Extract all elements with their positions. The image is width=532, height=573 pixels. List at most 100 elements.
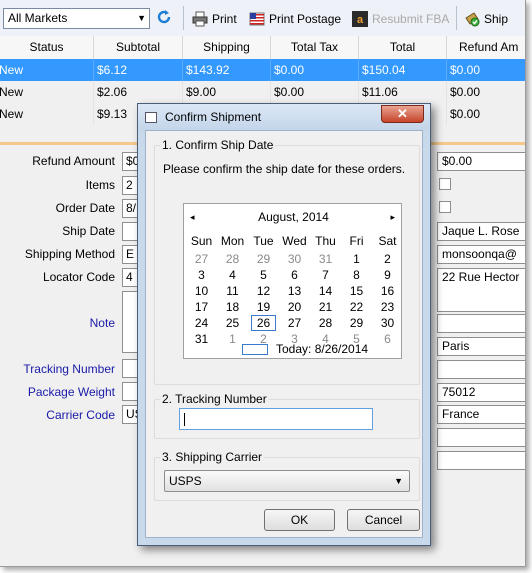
note-label[interactable]: Note <box>0 313 115 333</box>
calendar-day[interactable]: 7 <box>310 267 341 283</box>
calendar-month-title[interactable]: August, 2014 <box>184 210 403 224</box>
ship-address2-field[interactable] <box>437 314 525 333</box>
calendar-day[interactable]: 24 <box>186 315 217 331</box>
calendar-day[interactable]: 27 <box>279 315 310 331</box>
market-select-value: All Markets <box>8 11 68 25</box>
calendar-day[interactable]: 28 <box>310 315 341 331</box>
ship-extra-field[interactable] <box>437 451 525 470</box>
calendar-day[interactable]: 22 <box>341 299 372 315</box>
amazon-icon: a <box>352 11 368 27</box>
calendar-day[interactable]: 30 <box>372 315 403 331</box>
calendar-day[interactable]: 20 <box>279 299 310 315</box>
calendar-day[interactable]: 16 <box>372 283 403 299</box>
column-header-refund[interactable]: Refund Am <box>447 36 525 59</box>
table-row[interactable]: New $2.06 $9.00 $0.00 $11.06 $0.00 <box>0 81 525 103</box>
order-date-label: Order Date <box>55 201 115 215</box>
ship-state-field[interactable] <box>437 360 525 379</box>
ship-zip-field[interactable]: 75012 <box>437 383 525 402</box>
cell-subtotal: $6.12 <box>94 59 183 81</box>
ship-name-field[interactable]: Jaque L. Rose <box>437 222 525 241</box>
calendar-day[interactable]: 4 <box>217 267 248 283</box>
ship-city-field[interactable]: Paris <box>437 337 525 356</box>
cell-status: New <box>0 59 94 81</box>
ship-country-field[interactable]: France <box>437 405 525 424</box>
grid-header: Status Subtotal Shipping Total Tax Total… <box>0 36 525 60</box>
calendar-day[interactable]: 29 <box>341 315 372 331</box>
resubmit-fba-label: Resubmit FBA <box>372 12 450 26</box>
ship-date-group-title: 1. Confirm Ship Date <box>160 138 276 152</box>
calendar-day[interactable]: 25 <box>217 315 248 331</box>
calendar-day[interactable]: 6 <box>372 331 403 347</box>
calendar-day[interactable]: 23 <box>372 299 403 315</box>
refresh-icon[interactable] <box>155 9 173 27</box>
market-select[interactable]: All Markets ▼ <box>3 8 150 29</box>
calendar-day-selected[interactable]: 26 <box>251 315 276 331</box>
calendar-day[interactable]: 31 <box>186 331 217 347</box>
column-header-total-tax[interactable]: Total Tax <box>271 36 359 59</box>
calendar-day[interactable]: 18 <box>217 299 248 315</box>
calendar-day[interactable]: 1 <box>341 251 372 267</box>
ship-button[interactable]: Ship <box>464 10 508 28</box>
dialog-titlebar[interactable]: Confirm Shipment ✕ <box>138 104 430 131</box>
calendar-day[interactable]: 30 <box>279 251 310 267</box>
carrier-group-title: 3. Shipping Carrier <box>160 450 265 464</box>
ship-address-field[interactable]: 22 Rue Hector <box>437 268 525 312</box>
next-month-icon[interactable]: ▸ <box>390 212 395 223</box>
table-row[interactable]: New $6.12 $143.92 $0.00 $150.04 $0.00 <box>0 59 525 81</box>
calendar-day[interactable]: 29 <box>248 251 279 267</box>
calendar-day[interactable]: 9 <box>372 267 403 283</box>
calendar-day[interactable]: 14 <box>310 283 341 299</box>
calendar-day[interactable]: 12 <box>248 283 279 299</box>
items-label: Items <box>85 178 115 192</box>
calendar-day[interactable]: 11 <box>217 283 248 299</box>
cell-status: New <box>0 81 94 103</box>
ship-label: Ship <box>484 12 509 26</box>
svg-text:a: a <box>357 14 364 26</box>
ok-button[interactable]: OK <box>264 509 335 531</box>
cell-refund: $0.00 <box>447 59 525 81</box>
resubmit-fba-button[interactable]: a Resubmit FBA <box>352 10 449 28</box>
shipping-carrier-select[interactable]: USPS ▼ <box>164 470 410 492</box>
chevron-down-icon: ▼ <box>137 13 146 23</box>
column-header-shipping[interactable]: Shipping <box>183 36 271 59</box>
calendar-day[interactable]: 17 <box>186 299 217 315</box>
column-header-total[interactable]: Total <box>359 36 447 59</box>
ship-phone-field[interactable] <box>437 428 525 447</box>
column-header-status[interactable]: Status <box>0 36 94 59</box>
calendar-day[interactable]: 5 <box>248 267 279 283</box>
calendar-day[interactable]: 8 <box>341 267 372 283</box>
print-postage-button[interactable]: Print Postage <box>249 10 341 28</box>
postage-flag-icon <box>249 11 265 27</box>
toolbar: All Markets ▼ Print Print Postage a Resu… <box>0 0 525 37</box>
ship-date-label: Ship Date <box>62 224 115 238</box>
today-link[interactable]: Today: 8/26/2014 <box>276 342 368 356</box>
calendar-day[interactable]: 13 <box>279 283 310 299</box>
print-button[interactable]: Print <box>192 10 237 28</box>
calendar-day[interactable]: 28 <box>217 251 248 267</box>
calendar-day[interactable]: 21 <box>310 299 341 315</box>
checkbox[interactable] <box>439 201 451 213</box>
ship-email-field[interactable]: monsoonqa@ <box>437 245 525 264</box>
calendar-day[interactable]: 31 <box>310 251 341 267</box>
calendar-day[interactable]: 2 <box>372 251 403 267</box>
print-label: Print <box>212 12 237 26</box>
calendar-day[interactable]: 6 <box>279 267 310 283</box>
close-icon[interactable]: ✕ <box>381 105 424 123</box>
tracking-number-label[interactable]: Tracking Number <box>0 359 115 379</box>
tracking-number-input[interactable] <box>179 408 373 430</box>
calendar-day[interactable]: 15 <box>341 283 372 299</box>
calendar-day[interactable]: 3 <box>186 267 217 283</box>
day-of-week-header: Thu <box>315 234 336 248</box>
package-weight-label[interactable]: Package Weight <box>0 382 115 402</box>
cell-refund: $0.00 <box>447 103 525 125</box>
calendar-day[interactable]: 19 <box>248 299 279 315</box>
calendar-day[interactable]: 27 <box>186 251 217 267</box>
cell-tax: $0.00 <box>271 59 359 81</box>
carrier-code-label[interactable]: Carrier Code <box>0 405 115 425</box>
checkbox[interactable] <box>439 178 451 190</box>
column-header-subtotal[interactable]: Subtotal <box>94 36 183 59</box>
day-of-week-header: Sun <box>190 234 213 248</box>
refund-total-field[interactable]: $0.00 <box>437 152 525 171</box>
cancel-button[interactable]: Cancel <box>347 509 420 531</box>
calendar-day[interactable]: 10 <box>186 283 217 299</box>
